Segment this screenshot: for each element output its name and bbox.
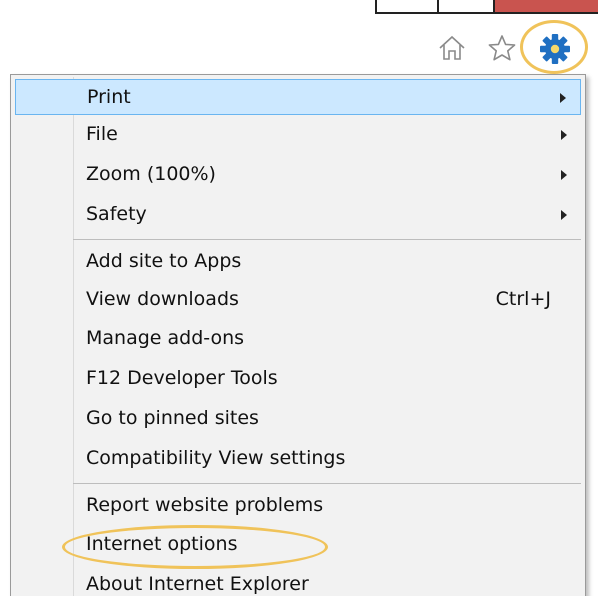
menu-item-report-website-problems[interactable]: Report website problems [15, 488, 581, 524]
minimize-button[interactable] [377, 0, 439, 12]
tools-menu: Print File Zoom (100%) Safety Add site t… [10, 74, 586, 596]
tools-button[interactable] [524, 24, 586, 74]
menu-item-file[interactable]: File [15, 117, 581, 153]
menu-item-label: Print [87, 86, 131, 108]
menu-item-safety[interactable]: Safety [15, 197, 581, 233]
menu-separator [73, 483, 581, 484]
maximize-button[interactable] [439, 0, 495, 12]
menu-item-manage-add-ons[interactable]: Manage add-ons [15, 321, 581, 357]
menu-item-label: Report website problems [86, 494, 324, 516]
menu-item-about-internet-explorer[interactable]: About Internet Explorer [15, 567, 581, 596]
menu-item-label: Compatibility View settings [86, 447, 346, 469]
menu-item-shortcut: Ctrl+J [495, 288, 551, 310]
menu-item-label: Manage add-ons [86, 327, 245, 349]
menu-item-label: Internet options [86, 533, 238, 555]
menu-item-add-site-to-apps[interactable]: Add site to Apps [15, 244, 581, 280]
submenu-arrow-icon [561, 210, 567, 220]
menu-item-label: View downloads [86, 288, 239, 310]
menu-item-internet-options[interactable]: Internet options [15, 527, 581, 563]
home-icon[interactable] [434, 30, 470, 66]
menu-item-zoom[interactable]: Zoom (100%) [15, 157, 581, 193]
menu-item-f12-developer-tools[interactable]: F12 Developer Tools [15, 361, 581, 397]
menu-item-view-downloads[interactable]: View downloads Ctrl+J [15, 282, 581, 318]
submenu-arrow-icon [560, 93, 566, 103]
menu-item-label: Add site to Apps [86, 250, 242, 272]
close-button[interactable] [495, 0, 598, 12]
menu-item-go-to-pinned-sites[interactable]: Go to pinned sites [15, 401, 581, 437]
menu-item-label: File [86, 123, 118, 145]
menu-item-compatibility-view-settings[interactable]: Compatibility View settings [15, 441, 581, 477]
gear-icon [540, 34, 570, 64]
menu-item-print[interactable]: Print [15, 79, 581, 115]
window-controls [375, 0, 598, 14]
menu-separator [73, 239, 581, 240]
submenu-arrow-icon [561, 170, 567, 180]
favorites-star-icon[interactable] [484, 30, 520, 66]
menu-item-label: Go to pinned sites [86, 407, 259, 429]
menu-item-label: About Internet Explorer [86, 573, 309, 595]
menu-item-label: Safety [86, 203, 147, 225]
menu-item-label: Zoom (100%) [86, 163, 216, 185]
submenu-arrow-icon [561, 130, 567, 140]
menu-item-label: F12 Developer Tools [86, 367, 278, 389]
ie-screen: Print File Zoom (100%) Safety Add site t… [0, 0, 598, 596]
